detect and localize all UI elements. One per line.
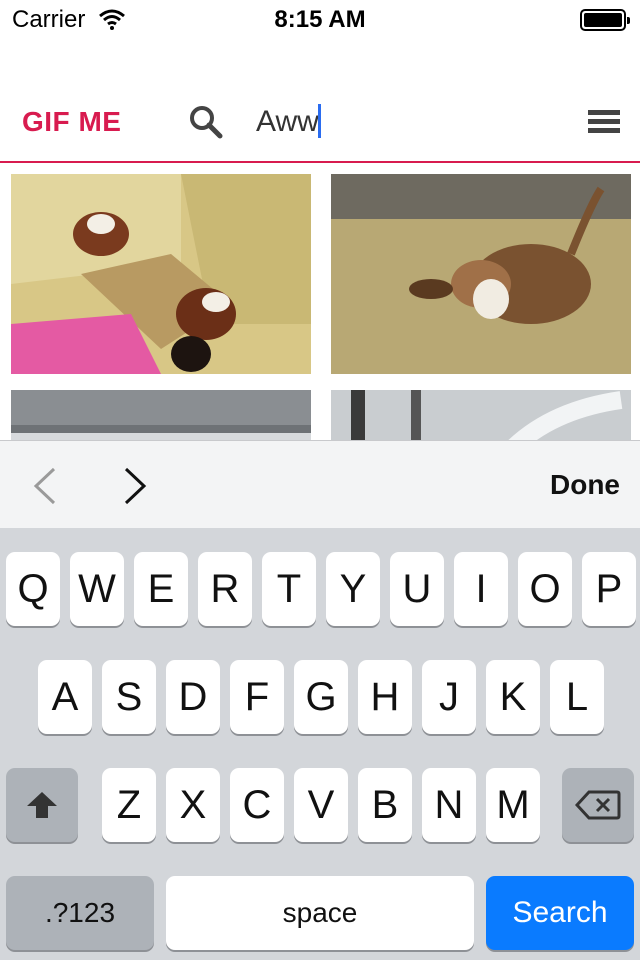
key-b[interactable]: B bbox=[358, 768, 412, 842]
key-y[interactable]: Y bbox=[326, 552, 380, 626]
key-r[interactable]: R bbox=[198, 552, 252, 626]
key-e[interactable]: E bbox=[134, 552, 188, 626]
clock: 8:15 AM bbox=[274, 6, 366, 33]
keyboard-toolbar: Done bbox=[0, 440, 640, 529]
shift-key[interactable] bbox=[6, 768, 78, 842]
numbers-key[interactable]: .?123 bbox=[6, 876, 154, 950]
search-key[interactable]: Search bbox=[486, 876, 634, 950]
key-d[interactable]: D bbox=[166, 660, 220, 734]
header-divider bbox=[0, 161, 640, 163]
key-s[interactable]: S bbox=[102, 660, 156, 734]
space-key[interactable]: space bbox=[166, 876, 474, 950]
key-n[interactable]: N bbox=[422, 768, 476, 842]
key-m[interactable]: M bbox=[486, 768, 540, 842]
key-o[interactable]: O bbox=[518, 552, 572, 626]
key-g[interactable]: G bbox=[294, 660, 348, 734]
search-input[interactable] bbox=[256, 102, 556, 142]
gif-thumbnail[interactable] bbox=[331, 174, 631, 374]
key-w[interactable]: W bbox=[70, 552, 124, 626]
red-panda-image bbox=[11, 174, 311, 374]
key-t[interactable]: T bbox=[262, 552, 316, 626]
basset-hound-image bbox=[331, 174, 631, 374]
keyboard: Q W E R T Y U I O P A S D F G H J K L Z … bbox=[0, 528, 640, 960]
search-icon[interactable] bbox=[188, 104, 224, 145]
app-logo: GIF ME bbox=[22, 106, 122, 137]
status-bar: Carrier 8:15 AM bbox=[0, 0, 640, 40]
done-button[interactable]: Done bbox=[550, 469, 620, 501]
key-q[interactable]: Q bbox=[6, 552, 60, 626]
delete-key[interactable] bbox=[562, 768, 634, 842]
key-p[interactable]: P bbox=[582, 552, 636, 626]
chevron-right-icon[interactable] bbox=[120, 465, 150, 512]
key-v[interactable]: V bbox=[294, 768, 348, 842]
key-k[interactable]: K bbox=[486, 660, 540, 734]
chevron-left-icon[interactable] bbox=[30, 465, 60, 512]
shift-icon bbox=[27, 792, 57, 818]
key-l[interactable]: L bbox=[550, 660, 604, 734]
key-h[interactable]: H bbox=[358, 660, 412, 734]
battery-icon bbox=[580, 9, 630, 31]
key-f[interactable]: F bbox=[230, 660, 284, 734]
key-i[interactable]: I bbox=[454, 552, 508, 626]
gif-thumbnail[interactable] bbox=[11, 174, 311, 374]
key-z[interactable]: Z bbox=[102, 768, 156, 842]
key-c[interactable]: C bbox=[230, 768, 284, 842]
key-x[interactable]: X bbox=[166, 768, 220, 842]
text-caret bbox=[318, 104, 321, 138]
menu-icon[interactable] bbox=[588, 110, 620, 134]
key-j[interactable]: J bbox=[422, 660, 476, 734]
delete-icon bbox=[574, 790, 621, 820]
key-a[interactable]: A bbox=[38, 660, 92, 734]
key-u[interactable]: U bbox=[390, 552, 444, 626]
